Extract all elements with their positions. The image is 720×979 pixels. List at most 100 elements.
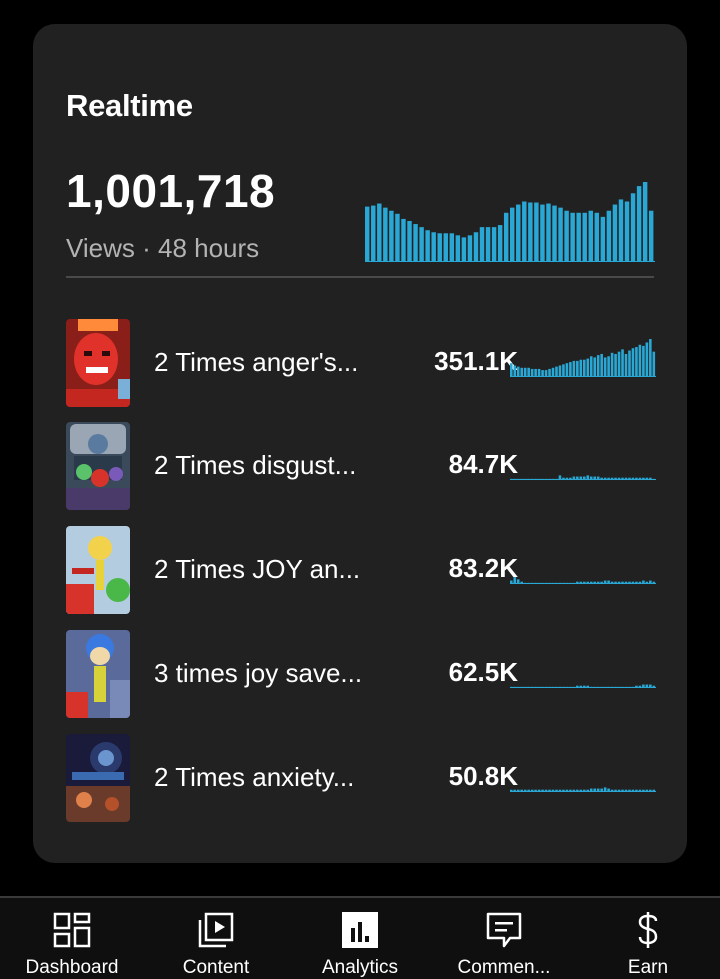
divider: [66, 276, 654, 278]
chart-bar: [473, 232, 479, 262]
nav-earn[interactable]: Earn: [576, 898, 720, 979]
sparkline-bar: [558, 365, 562, 377]
realtime-title: Realtime: [66, 88, 193, 123]
sparkline-bar: [555, 366, 558, 377]
chart-bar: [455, 235, 461, 262]
chart-bar: [648, 210, 654, 262]
chart-bar: [630, 193, 636, 262]
sparkline-bar: [534, 368, 537, 377]
chart-bar: [365, 206, 370, 262]
chart-baseline: [510, 583, 656, 584]
sparkline-bar: [586, 358, 590, 377]
sparkline-bar: [631, 348, 635, 377]
chart-bar: [594, 212, 600, 262]
chart-bar: [371, 205, 376, 262]
chart-bar: [618, 199, 624, 262]
sparkline-bar: [513, 365, 517, 377]
chart-baseline: [510, 376, 656, 377]
top-video-row[interactable]: 2 Times anxiety... 50.8K: [66, 734, 656, 824]
top-video-row[interactable]: 2 Times disgust... 84.7K: [66, 422, 656, 512]
chart-bar: [479, 227, 485, 262]
sparkline-bar: [569, 362, 572, 377]
video-thumbnail: [66, 319, 130, 407]
video-views-sparkline: [510, 339, 656, 377]
bottom-navigation: Dashboard Content Analytics Commen... Ea…: [0, 898, 720, 979]
top-video-row[interactable]: 2 Times JOY an... 83.2K: [66, 526, 656, 616]
nav-label: Earn: [627, 957, 669, 978]
video-title: 2 Times JOY an...: [154, 554, 361, 584]
realtime-card[interactable]: Realtime 1,001,718 Views · 48 hours 2 Ti…: [33, 24, 687, 863]
chart-bar: [413, 224, 418, 262]
chart-bar: [491, 227, 497, 262]
sparkline-bar: [572, 360, 576, 377]
video-views: 83.2K: [448, 553, 518, 583]
chart-bar: [582, 212, 587, 262]
sparkline-bar: [513, 577, 517, 584]
sparkline-bar: [649, 339, 652, 377]
sparkline-bar: [576, 360, 579, 377]
sparkline-bar: [537, 368, 541, 377]
sparkline-bar: [617, 351, 621, 377]
nav-analytics[interactable]: Analytics: [288, 898, 432, 979]
sparkline-bar: [579, 359, 583, 377]
nav-comments[interactable]: Commen...: [432, 898, 576, 979]
sparkline-bar: [621, 349, 624, 377]
chart-bar: [612, 204, 618, 262]
chart-bar: [528, 202, 533, 262]
sparkline-bar: [565, 363, 569, 377]
chart-baseline: [365, 261, 655, 262]
chart-baseline: [510, 687, 656, 688]
sparkline-bar: [614, 353, 617, 377]
chart-bar: [636, 186, 642, 262]
sparkline-bar: [523, 367, 527, 377]
nav-label: Analytics: [321, 957, 399, 978]
chart-bar: [389, 210, 394, 262]
total-views: 1,001,718: [66, 165, 276, 217]
chart-bar: [437, 233, 442, 262]
video-thumbnail: [66, 526, 130, 614]
sparkline-bar: [600, 353, 603, 377]
chart-bar: [419, 227, 424, 262]
video-title: 2 Times disgust...: [154, 450, 357, 480]
chart-bar: [534, 202, 539, 262]
top-video-row[interactable]: 2 Times anger's... 351.1K: [66, 319, 656, 409]
video-views: 84.7K: [448, 449, 518, 479]
nav-content[interactable]: Content: [144, 898, 288, 979]
sparkline-bar: [583, 359, 586, 377]
chart-bar: [377, 203, 382, 262]
nav-dashboard[interactable]: Dashboard: [0, 898, 144, 979]
chart-bar: [522, 201, 527, 262]
sparkline-bar: [635, 347, 638, 377]
comments-icon: [486, 912, 522, 948]
sparkline-bar: [596, 355, 600, 377]
sparkline-bar: [541, 370, 544, 377]
sparkline-bar: [562, 364, 565, 377]
joy-thumbnail-icon: [66, 526, 130, 614]
earn-icon: [638, 912, 658, 948]
sparkline-bar: [642, 345, 645, 377]
video-views-sparkline: [510, 577, 656, 584]
chart-bar: [461, 237, 467, 262]
chart-bar: [467, 235, 473, 262]
chart-bar: [443, 233, 448, 262]
views-caption: Views · 48 hours: [66, 233, 260, 263]
chart-bar: [558, 207, 563, 262]
analytics-icon: [342, 912, 378, 948]
chart-bar: [588, 210, 593, 262]
sparkline-bar: [551, 367, 555, 377]
sparkline-bar: [624, 353, 628, 377]
chart-bar: [546, 203, 551, 262]
video-views: 62.5K: [448, 657, 518, 687]
video-views-sparkline: [510, 787, 656, 792]
video-thumbnail: [66, 734, 130, 822]
chart-bar: [407, 220, 412, 262]
sparkline-bar: [527, 367, 530, 377]
sparkline-bar: [510, 363, 513, 377]
video-thumbnail: [66, 422, 130, 510]
sparkline-bar: [645, 342, 649, 377]
chart-bar: [540, 204, 545, 262]
joy-blue-thumbnail-icon: [66, 630, 130, 718]
nav-label: Content: [182, 957, 250, 978]
chart-bar: [497, 225, 503, 262]
top-video-row[interactable]: 3 times joy save... 62.5K: [66, 630, 656, 720]
